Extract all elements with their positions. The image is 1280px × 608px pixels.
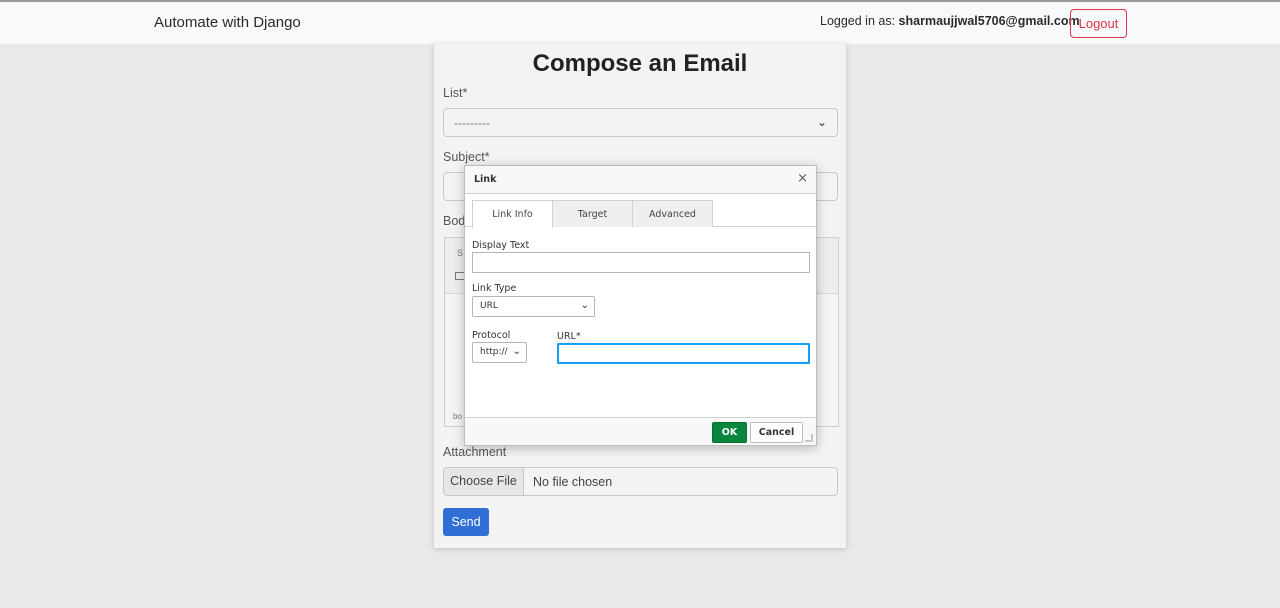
display-text-input[interactable]	[472, 252, 810, 273]
file-status: No file chosen	[533, 475, 613, 489]
logged-in-label: Logged in as:	[820, 14, 896, 28]
dialog-footer: OK Cancel	[465, 417, 816, 445]
body-label: Bod	[443, 214, 466, 228]
close-icon[interactable]: ×	[797, 172, 808, 186]
page-title: Compose an Email	[532, 50, 748, 77]
choose-file-button[interactable]: Choose File	[444, 468, 524, 495]
tab-target[interactable]: Target	[552, 200, 633, 227]
ok-button[interactable]: OK	[712, 422, 747, 443]
protocol-label: Protocol	[472, 330, 511, 341]
cancel-button[interactable]: Cancel	[750, 422, 803, 443]
protocol-select[interactable]: http:// ⌄	[472, 342, 527, 363]
list-select-value: ---------	[454, 116, 490, 130]
editor-styles-icon[interactable]: S	[457, 248, 463, 258]
send-button[interactable]: Send	[443, 508, 489, 536]
display-text-label: Display Text	[472, 240, 530, 251]
dialog-title: Link	[474, 174, 497, 185]
navbar: Automate with Django Logged in as: sharm…	[0, 0, 1280, 44]
protocol-value: http://	[480, 347, 508, 357]
resize-handle-icon[interactable]	[805, 434, 813, 442]
attachment-label: Attachment	[443, 445, 507, 459]
link-type-label: Link Type	[472, 283, 517, 294]
tab-advanced[interactable]: Advanced	[632, 200, 713, 227]
link-dialog: Link × Link Info Target Advanced Display…	[464, 165, 817, 446]
brand-link[interactable]: Automate with Django	[154, 14, 301, 31]
dialog-header: Link ×	[465, 166, 816, 194]
dialog-tabs: Link Info Target Advanced	[465, 200, 816, 228]
user-email: sharmaujjwal5706@gmail.com	[898, 14, 1080, 28]
url-label: URL*	[557, 331, 581, 342]
chevron-down-icon: ⌄	[512, 346, 521, 357]
link-type-select[interactable]: URL ⌄	[472, 296, 595, 317]
chevron-down-icon: ⌄	[580, 300, 589, 311]
list-label: List*	[443, 86, 468, 100]
chevron-down-icon: ⌄	[816, 115, 827, 129]
subject-label: Subject*	[443, 150, 490, 164]
url-input[interactable]	[557, 343, 810, 364]
list-select[interactable]: --------- ⌄	[443, 108, 838, 137]
tab-link-info[interactable]: Link Info	[472, 200, 553, 228]
editor-path: bo	[453, 412, 462, 421]
logout-button[interactable]: Logout	[1070, 9, 1127, 38]
login-status: Logged in as: sharmaujjwal5706@gmail.com	[820, 14, 1080, 28]
attachment-input[interactable]: Choose File No file chosen	[443, 467, 838, 496]
link-type-value: URL	[480, 301, 498, 311]
